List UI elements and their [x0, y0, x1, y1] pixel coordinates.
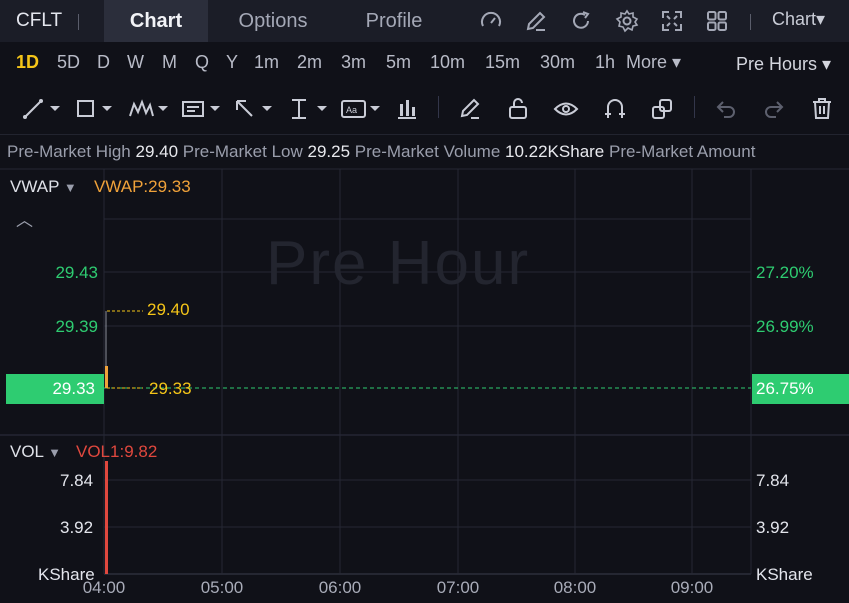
- price-axis-label: 29.43: [55, 263, 98, 282]
- volume-unit-label: KShare: [756, 565, 813, 584]
- session-watermark: Pre Hour: [266, 229, 531, 298]
- percent-axis-label: 26.99%: [756, 317, 814, 336]
- chart-canvas[interactable]: [0, 0, 849, 603]
- vol-label: VOL: [10, 442, 44, 461]
- collapse-chevron-icon[interactable]: ︿: [16, 206, 33, 231]
- volume-indicator-selector[interactable]: VOL ▼: [10, 442, 61, 462]
- current-price-tag: 29.33: [6, 374, 104, 404]
- current-percent-tag: 26.75%: [752, 374, 849, 404]
- caret-down-icon: ▼: [48, 445, 61, 460]
- price-axis-label: 29.39: [55, 317, 98, 336]
- percent-axis-label: 27.20%: [756, 263, 814, 282]
- time-axis-label: 04:00: [82, 578, 126, 597]
- volume-axis-label: 3.92: [756, 518, 790, 537]
- vwap-indicator-selector[interactable]: VWAP ▼: [10, 177, 77, 197]
- volume-axis-label: 7.84: [60, 471, 94, 490]
- time-axis-label: 09:00: [670, 578, 714, 597]
- vwap-candle: [105, 366, 108, 388]
- time-axis-label: 05:00: [200, 578, 244, 597]
- last-price-callout: 29.33: [149, 379, 192, 398]
- time-axis-label: 06:00: [318, 578, 362, 597]
- volume-value: VOL1:9.82: [76, 442, 158, 461]
- vwap-value: VWAP:29.33: [94, 177, 191, 196]
- caret-down-icon: ▼: [63, 180, 77, 195]
- high-price-callout: 29.40: [147, 300, 190, 319]
- time-axis-label: 07:00: [436, 578, 480, 597]
- volume-axis-label: 7.84: [756, 471, 790, 490]
- time-axis-label: 08:00: [553, 578, 597, 597]
- volume-axis-label: 3.92: [60, 518, 94, 537]
- vwap-label: VWAP: [10, 177, 60, 196]
- volume-bar: [105, 461, 108, 574]
